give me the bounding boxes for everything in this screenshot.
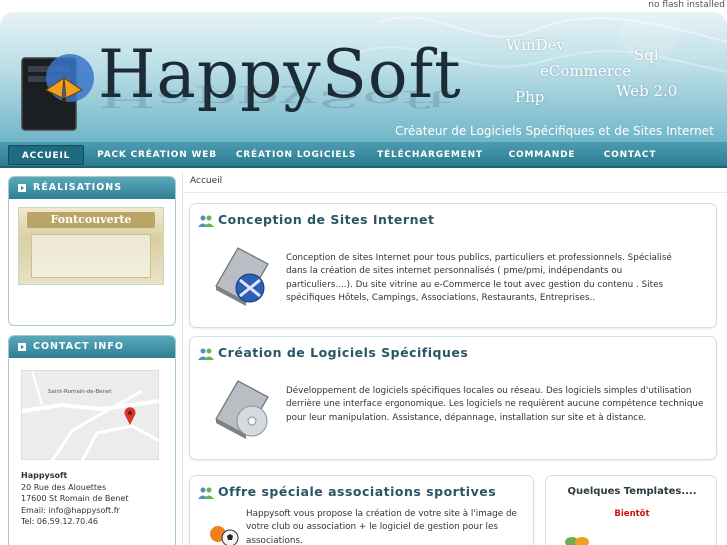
section-sites-internet: Conception de Sites Internet Conception … [189,203,717,328]
content-divider [182,172,183,545]
section-text: Développement de logiciels spécifiques l… [286,386,704,423]
keyword-sql: Sql [634,46,659,64]
people-icon [198,348,214,360]
sports-balls-icon [210,526,239,545]
map-place-label: Saint-Romain-de-Benet [48,389,112,395]
contact-street: 20 Rue des Alouettes [21,482,107,492]
brand-reflection: HappySoft [98,85,453,113]
realisation-thumbnail[interactable]: Fontcouverte [18,207,164,285]
contact-name: Happysoft [21,471,68,480]
section-title: Conception de Sites Internet [218,212,435,227]
breadcrumb[interactable]: Accueil [190,176,222,186]
template-preview-icon [565,537,589,545]
map-pin-icon [124,407,136,425]
breadcrumb-divider [182,192,727,193]
hard-drive-globe-icon [215,247,269,306]
logo-computer-icon [21,54,94,131]
contact-panel: CONTACT INFO Saint-Romain-de-Benet Happy… [8,335,176,545]
contact-tel: Tel: 06.59.12.70.46 [21,517,98,526]
nav-creation-logiciels[interactable]: CRÉATION LOGICIELS [232,145,360,165]
keyword-web2: Web 2.0 [616,82,678,100]
section-title: Offre spéciale associations sportives [218,484,497,499]
keyword-ecommerce: eCommerce [540,62,632,80]
people-icon [198,215,214,227]
templates-title: Quelques Templates.... [567,486,697,497]
header-tagline: Créateur de Logiciels Spécifiques et de … [395,124,714,138]
realisations-title: RÉALISATIONS [33,182,123,193]
realisations-panel: RÉALISATIONS Fontcouverte [8,176,176,326]
site-header: HappySoft HappySoft WinDev Sql eCommerce… [0,12,727,142]
keyword-php: Php [515,88,545,106]
section-offre-associations: Offre spéciale associations sportives Ha… [189,475,534,545]
arrow-icon [18,343,26,351]
section-title: Création de Logiciels Spécifiques [218,345,469,360]
contact-details: Happysoft 20 Rue des Alouettes 17600 St … [21,470,128,528]
templates-status: Bientôt [614,509,650,519]
contact-header: CONTACT INFO [9,336,175,358]
section-text: Happysoft vous propose la création de vo… [246,509,517,545]
thumbnail-caption: Fontcouverte [27,212,155,228]
hard-drive-cd-icon [215,380,269,439]
contact-email[interactable]: Email: info@happysoft.fr [21,505,128,517]
section-logiciels: Création de Logiciels Spécifiques Dévelo… [189,336,717,460]
nav-accueil[interactable]: ACCUEIL [8,145,84,165]
contact-city: 17600 St Romain de Benet [21,494,129,503]
nav-commande[interactable]: COMMANDE [500,145,584,165]
location-map[interactable]: Saint-Romain-de-Benet [21,370,161,462]
nav-telechargement[interactable]: TÉLÉCHARGEMENT [374,145,486,165]
nav-contact[interactable]: CONTACT [596,145,664,165]
flash-notice: no flash installed [648,0,725,10]
map-roads [21,370,161,462]
section-text: Conception de sites Internet pour tous p… [286,253,672,304]
templates-panel: Quelques Templates.... Bientôt [545,475,717,545]
contact-title: CONTACT INFO [33,341,124,352]
people-icon [198,487,214,499]
realisations-header: RÉALISATIONS [9,177,175,199]
nav-pack-creation-web[interactable]: PACK CRÉATION WEB [96,145,218,165]
main-nav: ACCUEIL PACK CRÉATION WEB CRÉATION LOGIC… [0,142,727,168]
arrow-icon [18,184,26,192]
keyword-windev: WinDev [506,36,565,54]
